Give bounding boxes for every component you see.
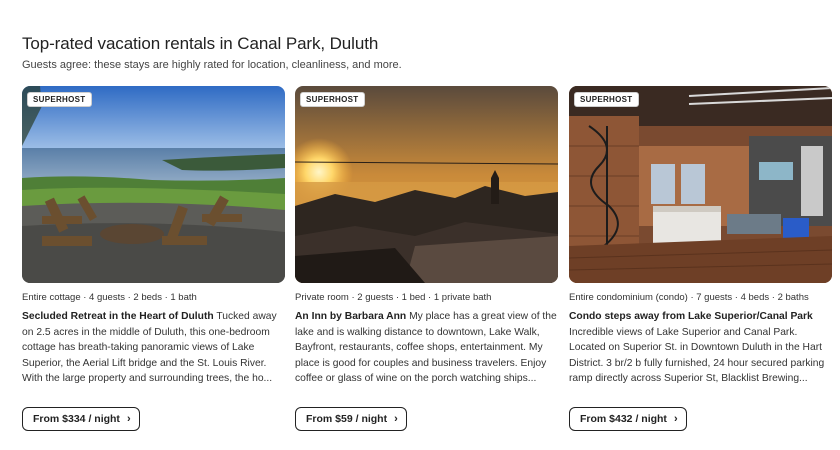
superhost-badge: SUPERHOST — [300, 92, 365, 107]
listing-description: Incredible views of Lake Superior and Ca… — [569, 326, 825, 385]
superhost-badge: SUPERHOST — [574, 92, 639, 107]
listing-description-block: Secluded Retreat in the Heart of Duluth … — [22, 309, 285, 387]
chevron-right-icon: › — [394, 412, 398, 425]
section-subtitle: Guests agree: these stays are highly rat… — [22, 59, 402, 71]
sunset-photo — [295, 86, 558, 283]
listing-photo[interactable]: SUPERHOST — [22, 86, 285, 283]
price-button[interactable]: From $432 / night › — [569, 407, 687, 431]
listing-name[interactable]: Condo steps away from Lake Superior/Cana… — [569, 311, 813, 322]
listing-photo[interactable]: SUPERHOST — [569, 86, 832, 283]
chevron-right-icon: › — [673, 412, 678, 425]
price-label: From $432 / night — [580, 413, 667, 425]
price-button[interactable]: From $334 / night › — [22, 407, 140, 431]
lake-view-photo — [22, 86, 285, 283]
listing-card[interactable]: SUPERHOST Entire condominium (condo) · 7… — [569, 86, 832, 431]
listing-name[interactable]: Secluded Retreat in the Heart of Duluth — [22, 311, 214, 322]
listing-meta: Private room · 2 guests · 1 bed · 1 priv… — [295, 292, 492, 303]
superhost-badge: SUPERHOST — [27, 92, 92, 107]
condo-interior-photo — [569, 86, 832, 283]
listing-name[interactable]: An Inn by Barbara Ann — [295, 311, 406, 322]
chevron-right-icon: › — [126, 412, 131, 425]
section-title: Top-rated vacation rentals in Canal Park… — [22, 34, 379, 53]
price-label: From $59 / night — [306, 413, 388, 425]
listing-meta: Entire cottage · 4 guests · 2 beds · 1 b… — [22, 292, 197, 303]
price-label: From $334 / night — [33, 413, 120, 425]
listing-description-block: An Inn by Barbara Ann My place has a gre… — [295, 309, 558, 387]
listing-meta: Entire condominium (condo) · 7 guests · … — [569, 292, 809, 303]
listing-description-block: Condo steps away from Lake Superior/Cana… — [569, 309, 832, 387]
listing-card[interactable]: SUPERHOST Private room · 2 guests · 1 be… — [295, 86, 558, 431]
price-button[interactable]: From $59 / night › — [295, 407, 407, 431]
listing-photo[interactable]: SUPERHOST — [295, 86, 558, 283]
listing-card[interactable]: SUPERHOST Entire cottage · 4 guests · 2 … — [22, 86, 285, 431]
